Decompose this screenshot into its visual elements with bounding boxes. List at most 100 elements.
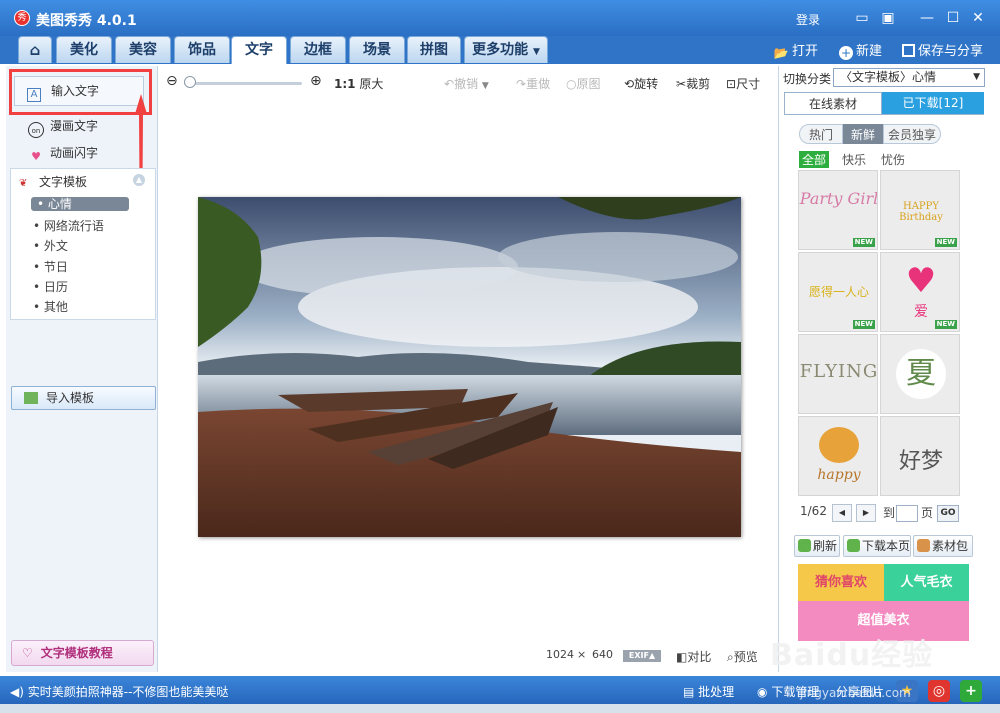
weibo-icon[interactable]: ◎ — [928, 680, 950, 702]
chevron-down-icon: ▼ — [532, 47, 540, 57]
material-thumb[interactable]: FLYING — [798, 334, 878, 414]
template-header[interactable]: ❦ 文字模板 — [19, 173, 87, 190]
redo-icon: ↷ — [516, 77, 527, 91]
status-message-label: 实时美颜拍照神器--不修图也能美美哒 — [27, 685, 229, 699]
add-icon[interactable]: + — [960, 680, 982, 702]
comic-text-item[interactable]: on 漫画文字 — [28, 115, 98, 138]
undo-dropdown-icon[interactable]: ▼ — [482, 81, 489, 91]
exif-button[interactable]: EXIF▲ — [623, 650, 661, 662]
tab-text[interactable]: 文字 — [231, 36, 287, 64]
material-thumb[interactable]: happy — [798, 416, 878, 496]
actual-size-button[interactable]: 1:1 原大 — [334, 75, 383, 92]
new-button[interactable]: + 新建 — [839, 40, 882, 60]
mood-sad[interactable]: 忧伤 — [881, 151, 905, 168]
redo-label: 重做 — [526, 77, 551, 91]
thumb-text: HAPPY Birthday — [899, 201, 943, 223]
open-label: 打开 — [792, 44, 819, 59]
tab-downloaded[interactable]: 已下载[12] — [882, 92, 984, 114]
redo-button[interactable]: ↷重做 — [516, 75, 550, 92]
tab-frames[interactable]: 边框 — [290, 36, 346, 63]
tab-scenes[interactable]: 场景 — [349, 36, 405, 63]
next-page-button[interactable]: ▶ — [856, 504, 876, 522]
new-badge: NEW — [852, 320, 875, 329]
rotate-button[interactable]: ⟲旋转 — [624, 75, 658, 92]
material-thumb[interactable]: 夏 — [880, 334, 960, 414]
go-button[interactable]: GO — [937, 505, 959, 522]
skin-icon[interactable]: ▣ — [879, 9, 897, 27]
original-button[interactable]: ○原图 — [566, 75, 601, 92]
tab-home[interactable]: ⌂ — [18, 36, 52, 63]
category-hot[interactable]: 热门 — [799, 124, 843, 144]
undo-button[interactable]: ↶撤销 ▼ — [444, 75, 489, 92]
compare-button[interactable]: ◧对比 — [676, 648, 711, 665]
close-icon[interactable]: ✕ — [969, 9, 987, 27]
resize-button[interactable]: ⊡尺寸 — [726, 75, 760, 92]
zoom-slider-knob[interactable] — [184, 76, 196, 88]
template-item-calendar[interactable]: • 日历 — [33, 278, 68, 295]
material-thumb[interactable]: 愿得一人心 NEW — [798, 252, 878, 332]
new-badge: NEW — [852, 238, 875, 247]
animated-text-item[interactable]: ♥ 动画闪字 — [28, 142, 98, 164]
preview-button[interactable]: ⌕预览 — [727, 648, 758, 665]
heart-icon: ♥ — [905, 261, 937, 301]
status-message[interactable]: ◀) 实时美颜拍照神器--不修图也能美美哒 — [10, 683, 228, 700]
mood-happy[interactable]: 快乐 — [842, 151, 866, 168]
mood-all[interactable]: 全部 — [799, 151, 830, 168]
open-button[interactable]: 📂 打开 — [773, 40, 819, 60]
batch-button[interactable]: ▤ 批处理 — [683, 683, 734, 700]
page-number-input[interactable] — [896, 505, 918, 522]
template-item-label: 节日 — [43, 260, 68, 274]
template-tutorial-button[interactable]: ♡ 文字模板教程 — [11, 640, 154, 666]
template-item-internet-slang[interactable]: • 网络流行语 — [33, 217, 104, 234]
tutorial-label: 文字模板教程 — [40, 646, 113, 660]
minimize-icon[interactable]: — — [918, 9, 936, 27]
feedback-icon[interactable]: ▭ — [853, 9, 871, 27]
collapse-icon[interactable]: ▲ — [133, 174, 145, 186]
tab-more-features[interactable]: 更多功能 ▼ — [464, 36, 548, 63]
category-select[interactable]: 〈文字模板〉心情 ▼ — [833, 68, 985, 87]
template-item-holiday[interactable]: • 节日 — [33, 258, 68, 275]
material-thumb[interactable]: ♥ 爱 NEW — [880, 252, 960, 332]
material-thumb[interactable]: HAPPY Birthday NEW — [880, 170, 960, 250]
crop-button[interactable]: ✂裁剪 — [676, 75, 710, 92]
login-link[interactable]: 登录 — [796, 11, 820, 28]
preview-label: 预览 — [733, 650, 758, 664]
new-badge: NEW — [934, 238, 957, 247]
maximize-icon[interactable]: ☐ — [944, 9, 962, 27]
tab-beautify[interactable]: 美化 — [56, 36, 112, 63]
zoom-in-icon[interactable]: ⊕ — [310, 73, 322, 89]
template-item-label: 日历 — [43, 280, 68, 294]
tab-online-materials[interactable]: 在线素材 — [784, 92, 882, 114]
material-thumb[interactable]: Party Girl NEW — [798, 170, 878, 250]
template-item-foreign[interactable]: • 外文 — [33, 237, 68, 254]
template-item-mood[interactable]: • 心情 — [31, 197, 129, 211]
thumb-text: Party Girl — [799, 189, 878, 208]
refresh-button[interactable]: 刷新 — [794, 535, 840, 557]
plus-circle-icon: + — [839, 46, 853, 60]
prev-page-button[interactable]: ◀ — [832, 504, 852, 522]
import-template-button[interactable]: 导入模板 — [11, 386, 156, 410]
switch-category-label: 切换分类 — [783, 72, 832, 86]
material-thumb[interactable]: 好梦 — [880, 416, 960, 496]
actual-size-ratio: 1:1 — [334, 77, 356, 91]
category-member[interactable]: 会员独享 — [883, 124, 941, 144]
landscape-photo[interactable] — [198, 197, 741, 537]
material-pack-label: 素材包 — [932, 539, 969, 553]
category-fresh[interactable]: 新鲜 — [843, 124, 883, 144]
tab-beauty[interactable]: 美容 — [115, 36, 171, 63]
tab-decorations[interactable]: 饰品 — [174, 36, 230, 63]
template-item-other[interactable]: • 其他 — [33, 298, 68, 315]
template-item-label: 网络流行语 — [43, 219, 104, 233]
speech-bubble-icon: on — [28, 122, 44, 138]
zoom-slider[interactable] — [184, 82, 302, 85]
zoom-out-icon[interactable]: ⊖ — [166, 73, 178, 89]
tab-collage[interactable]: 拼图 — [407, 36, 461, 63]
banner-popular-sweater[interactable]: 人气毛衣 — [884, 564, 969, 601]
save-share-button[interactable]: 保存与分享 — [902, 40, 983, 59]
material-pack-button[interactable]: 素材包 — [913, 535, 973, 557]
tab-more-label: 更多功能 — [472, 42, 529, 58]
refresh-icon — [798, 539, 811, 552]
banner-guess-you-like[interactable]: 猜你喜欢 — [798, 564, 884, 601]
download-page-button[interactable]: 下载本页 — [843, 535, 911, 557]
dimension-times: × — [577, 648, 587, 661]
